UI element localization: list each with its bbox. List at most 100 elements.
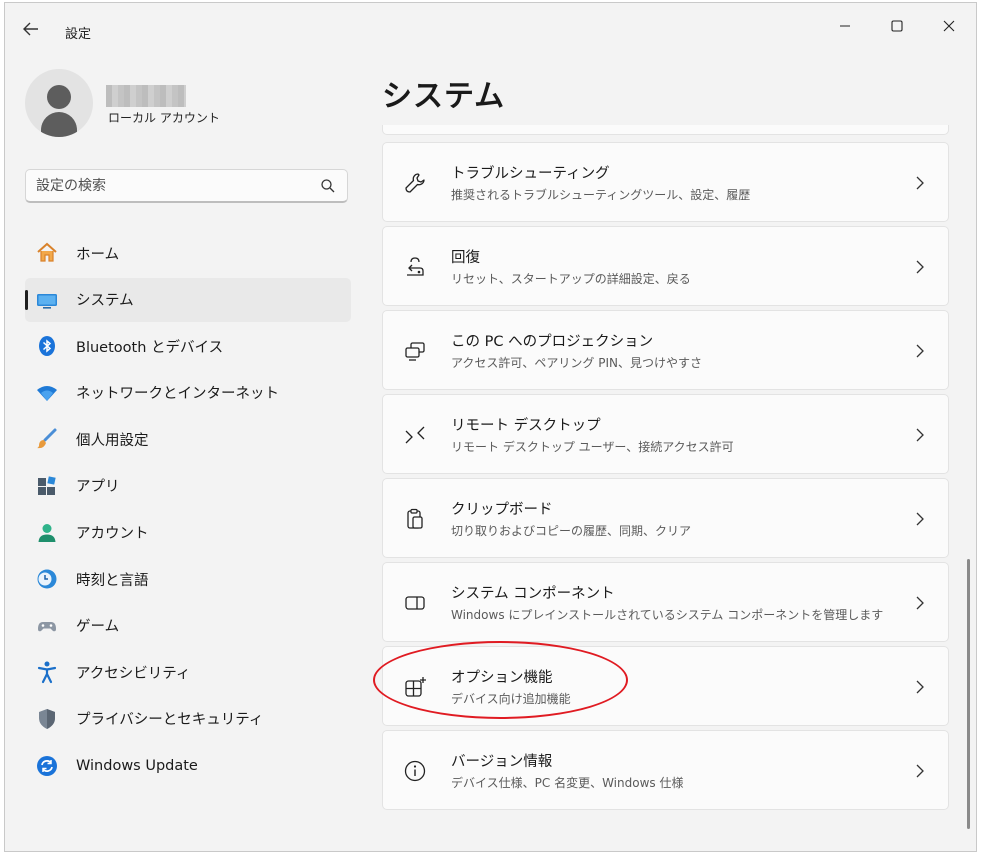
- card-description: 切り取りおよびコピーの履歴、同期、クリア: [451, 524, 692, 538]
- sidebar-item-label: ゲーム: [76, 619, 120, 636]
- sidebar-item-label: ホーム: [76, 246, 120, 263]
- card-title: トラブルシューティング: [451, 166, 610, 182]
- sidebar-item-network[interactable]: ネットワークとインターネット: [25, 371, 351, 415]
- search-icon: [321, 179, 335, 193]
- sidebar-nav: ホーム システム Bluetooth とデバイス ネットワークとインターネット: [25, 231, 351, 790]
- minimize-button[interactable]: [823, 11, 867, 41]
- update-icon: [35, 754, 59, 778]
- vertical-scrollbar[interactable]: [967, 559, 970, 829]
- back-button[interactable]: [19, 17, 43, 41]
- card-title: バージョン情報: [451, 754, 553, 770]
- sidebar-item-label: 時刻と言語: [76, 572, 149, 589]
- card-title: 回復: [451, 250, 480, 266]
- accessibility-icon: [35, 660, 59, 684]
- card-previous-partial[interactable]: [382, 125, 949, 135]
- info-icon: [401, 757, 429, 785]
- chevron-right-icon: [914, 425, 926, 445]
- card-description: デバイス仕様、PC 名変更、Windows 仕様: [451, 776, 684, 790]
- card-optional-features[interactable]: オプション機能 デバイス向け追加機能: [382, 646, 949, 726]
- sidebar-item-accounts[interactable]: アカウント: [25, 511, 351, 555]
- chevron-right-icon: [914, 761, 926, 781]
- sidebar-item-label: アクセシビリティ: [76, 665, 191, 682]
- recovery-icon: [401, 253, 429, 281]
- settings-window: 設定 ローカル アカウント ホーム: [4, 2, 977, 852]
- person-icon: [35, 521, 59, 545]
- sidebar-item-time-language[interactable]: 時刻と言語: [25, 557, 351, 601]
- remote-desktop-icon: [401, 421, 429, 449]
- wifi-icon: [35, 381, 59, 405]
- optional-features-icon: [401, 673, 429, 701]
- minimize-icon: [840, 25, 850, 27]
- card-projection[interactable]: この PC へのプロジェクション アクセス許可、ペアリング PIN、見つけやすさ: [382, 310, 949, 390]
- card-title: リモート デスクトップ: [451, 418, 601, 434]
- sidebar-item-label: 個人用設定: [76, 432, 149, 449]
- card-remote-desktop[interactable]: リモート デスクトップ リモート デスクトップ ユーザー、接続アクセス許可: [382, 394, 949, 474]
- shield-icon: [35, 707, 59, 731]
- card-title: この PC へのプロジェクション: [451, 334, 654, 350]
- sidebar-item-label: プライバシーとセキュリティ: [76, 712, 264, 729]
- card-recovery[interactable]: 回復 リセット、スタートアップの詳細設定、戻る: [382, 226, 949, 306]
- card-title: システム コンポーネント: [451, 586, 615, 602]
- card-description: アクセス許可、ペアリング PIN、見つけやすさ: [451, 356, 702, 370]
- sidebar-item-privacy-security[interactable]: プライバシーとセキュリティ: [25, 697, 351, 741]
- card-description: Windows にプレインストールされているシステム コンポーネントを管理します: [451, 608, 884, 622]
- card-about[interactable]: バージョン情報 デバイス仕様、PC 名変更、Windows 仕様: [382, 730, 949, 810]
- maximize-button[interactable]: [875, 11, 919, 41]
- sidebar-item-label: Bluetooth とデバイス: [76, 339, 224, 356]
- back-arrow-icon: [23, 22, 38, 36]
- avatar[interactable]: [25, 69, 93, 137]
- chevron-right-icon: [914, 509, 926, 529]
- card-description: リセット、スタートアップの詳細設定、戻る: [451, 272, 691, 286]
- sidebar-item-system[interactable]: システム: [25, 277, 351, 322]
- chevron-right-icon: [914, 593, 926, 613]
- apps-icon: [35, 474, 59, 498]
- sidebar-item-accessibility[interactable]: アクセシビリティ: [25, 650, 351, 694]
- system-components-icon: [401, 589, 429, 617]
- monitor-icon: [35, 288, 59, 312]
- projection-icon: [401, 337, 429, 365]
- bluetooth-icon: [35, 334, 59, 358]
- close-button[interactable]: [927, 11, 971, 41]
- redacted-username: [106, 85, 186, 107]
- account-type-label: ローカル アカウント: [108, 111, 220, 125]
- sidebar-item-home[interactable]: ホーム: [25, 231, 351, 275]
- card-description: デバイス向け追加機能: [451, 692, 571, 706]
- sidebar-item-label: Windows Update: [76, 757, 198, 774]
- search-input[interactable]: [36, 176, 306, 196]
- sidebar-item-label: アカウント: [76, 526, 149, 543]
- selection-indicator: [25, 289, 28, 310]
- clipboard-icon: [401, 505, 429, 533]
- gamepad-icon: [35, 614, 59, 638]
- close-icon: [943, 20, 955, 32]
- sidebar-item-label: ネットワークとインターネット: [76, 386, 279, 403]
- sidebar-item-apps[interactable]: アプリ: [25, 464, 351, 508]
- sidebar-item-label: システム: [76, 293, 134, 310]
- card-title: クリップボード: [451, 502, 553, 518]
- card-system-components[interactable]: システム コンポーネント Windows にプレインストールされているシステム …: [382, 562, 949, 642]
- maximize-icon: [891, 20, 903, 32]
- brush-icon: [35, 427, 59, 451]
- sidebar-item-windows-update[interactable]: Windows Update: [25, 744, 351, 788]
- sidebar-item-label: アプリ: [76, 479, 120, 496]
- title-bar: 設定: [5, 3, 976, 51]
- chevron-right-icon: [914, 677, 926, 697]
- card-troubleshoot[interactable]: トラブルシューティング 推奨されるトラブルシューティングツール、設定、履歴: [382, 142, 949, 222]
- clock-globe-icon: [35, 567, 59, 591]
- avatar-head: [47, 85, 71, 109]
- sidebar-item-gaming[interactable]: ゲーム: [25, 604, 351, 648]
- search-box[interactable]: [25, 169, 348, 203]
- home-icon: [35, 241, 59, 265]
- card-description: リモート デスクトップ ユーザー、接続アクセス許可: [451, 440, 734, 454]
- card-description: 推奨されるトラブルシューティングツール、設定、履歴: [451, 188, 751, 202]
- chevron-right-icon: [914, 341, 926, 361]
- sidebar-item-personalization[interactable]: 個人用設定: [25, 417, 351, 461]
- wrench-icon: [401, 169, 429, 197]
- card-title: オプション機能: [451, 670, 553, 686]
- sidebar-item-bluetooth[interactable]: Bluetooth とデバイス: [25, 324, 351, 368]
- chevron-right-icon: [914, 257, 926, 277]
- card-clipboard[interactable]: クリップボード 切り取りおよびコピーの履歴、同期、クリア: [382, 478, 949, 558]
- settings-card-list: トラブルシューティング 推奨されるトラブルシューティングツール、設定、履歴 回復…: [382, 125, 949, 814]
- window-title: 設定: [65, 27, 92, 42]
- page-title: システム: [382, 79, 506, 114]
- avatar-body: [41, 112, 77, 137]
